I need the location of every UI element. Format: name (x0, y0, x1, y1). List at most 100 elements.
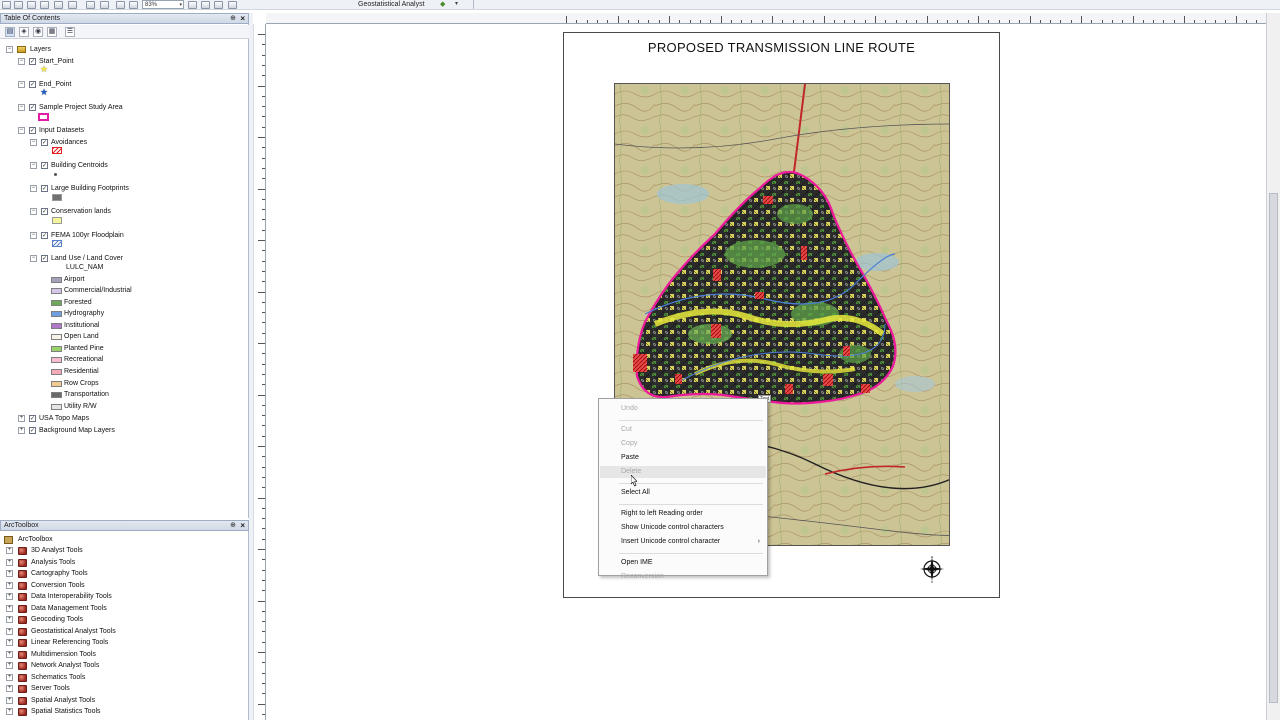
zoom-in-button[interactable] (2, 1, 11, 9)
layer-visibility-checkbox[interactable]: ✓ (41, 231, 48, 239)
toolbox-item[interactable]: + Network Analyst Tools (0, 660, 240, 672)
toc-layer-row[interactable]: − ✓ Input Datasets (0, 125, 240, 136)
expand-icon[interactable]: + (18, 415, 25, 423)
layer-symbol-row[interactable]: ★ (0, 87, 200, 98)
map-title-text[interactable]: PROPOSED TRANSMISSION LINE ROUTE (564, 40, 999, 55)
data-driven-pages-button[interactable] (228, 1, 237, 9)
lulc-class-row[interactable]: Transportation (0, 389, 200, 400)
collapse-icon[interactable]: − (18, 104, 25, 111)
layer-symbol-row[interactable] (0, 170, 200, 180)
lulc-class-row[interactable]: Planted Pine (0, 343, 200, 354)
change-layout-button[interactable] (214, 1, 223, 9)
zoom-whole-page-button[interactable] (54, 1, 63, 9)
lulc-class-row[interactable]: Institutional (0, 320, 200, 331)
layer-visibility-checkbox[interactable]: ✓ (41, 208, 48, 216)
toolbox-item[interactable]: + Server Tools (0, 683, 240, 695)
layer-symbol-row[interactable] (0, 146, 200, 156)
menu-item-cut[interactable]: Cut (600, 424, 766, 436)
collapse-icon[interactable]: − (18, 57, 25, 65)
collapse-icon[interactable]: − (30, 138, 37, 146)
menu-item-reconversion[interactable]: Reconversion (600, 571, 766, 583)
expand-icon[interactable]: + (6, 673, 13, 681)
collapse-icon[interactable]: − (30, 208, 37, 216)
layout-vertical-scrollbar[interactable] (1266, 13, 1280, 720)
next-extent-button[interactable] (129, 1, 138, 9)
expand-icon[interactable]: + (6, 570, 13, 577)
expand-icon[interactable]: + (6, 639, 13, 646)
lulc-class-row[interactable]: Residential (0, 366, 200, 377)
layer-symbol-row[interactable] (0, 239, 200, 249)
layer-visibility-checkbox[interactable]: ✓ (29, 426, 36, 434)
lulc-class-row[interactable]: Commercial/Industrial (0, 285, 200, 296)
lulc-field-name[interactable]: LULC_NAM (66, 262, 103, 273)
pin-icon[interactable]: ⊕ (230, 14, 236, 24)
collapse-icon[interactable]: − (18, 127, 25, 135)
list-by-visibility-icon[interactable]: ◉ (33, 27, 43, 37)
collapse-icon[interactable]: − (30, 231, 37, 239)
chevron-down-icon[interactable]: ▾ (455, 0, 458, 9)
expand-icon[interactable]: + (6, 650, 13, 658)
expand-icon[interactable]: + (6, 593, 13, 600)
lulc-class-row[interactable]: Open Land (0, 331, 200, 342)
lulc-class-row[interactable]: Hydrography (0, 308, 200, 319)
menu-item-undo[interactable]: Undo (600, 403, 766, 415)
toolbox-item[interactable]: + Geocoding Tools (0, 614, 240, 626)
expand-icon[interactable]: + (6, 662, 13, 669)
layer-symbol-row[interactable] (0, 112, 200, 122)
layer-visibility-checkbox[interactable]: ✓ (41, 138, 48, 146)
geostatistical-wizard-icon[interactable]: ◆ (440, 0, 445, 9)
expand-icon[interactable]: + (6, 627, 13, 635)
lulc-class-row[interactable]: Utility R/W (0, 401, 200, 412)
fixed-zoom-in-button[interactable] (86, 1, 95, 9)
menu-item-right-to-left-reading-order[interactable]: Right to left Reading order (600, 508, 766, 520)
zoom-out-button[interactable] (14, 1, 23, 9)
toolbox-item[interactable]: + Analysis Tools (0, 557, 240, 569)
menu-item-select-all[interactable]: Select All (600, 487, 766, 499)
menu-item-paste[interactable]: Paste (600, 452, 766, 464)
toolbox-item[interactable]: + Geostatistical Analyst Tools (0, 626, 240, 638)
toc-root-layers[interactable]: − Layers (0, 44, 240, 55)
toolbox-item[interactable]: + Multidimension Tools (0, 649, 240, 661)
toolbox-item[interactable]: + Data Management Tools (0, 603, 240, 615)
expand-icon[interactable]: + (6, 616, 13, 623)
lulc-class-row[interactable]: Forested (0, 297, 200, 308)
toc-layer-row[interactable]: − ✓ Land Use / Land Cover (0, 253, 240, 264)
layer-visibility-checkbox[interactable]: ✓ (29, 415, 36, 423)
toolbox-item[interactable]: + Cartography Tools (0, 568, 240, 580)
layer-visibility-checkbox[interactable]: ✓ (41, 254, 48, 262)
menu-item-delete[interactable]: Delete (600, 466, 766, 478)
toolbox-item[interactable]: + Conversion Tools (0, 580, 240, 592)
menu-item-open-ime[interactable]: Open IME (600, 557, 766, 569)
lulc-class-row[interactable]: Row Crops (0, 378, 200, 389)
layer-visibility-checkbox[interactable]: ✓ (29, 57, 36, 65)
toolbox-item[interactable]: + Data Interoperability Tools (0, 591, 240, 603)
layer-symbol-row[interactable] (0, 216, 200, 226)
list-by-selection-icon[interactable]: ▦ (47, 27, 57, 37)
expand-icon[interactable]: + (6, 696, 13, 704)
collapse-icon[interactable]: − (30, 254, 37, 262)
pin-icon[interactable]: ⊕ (230, 521, 236, 531)
geostatistical-layer-field[interactable] (473, 0, 581, 9)
fixed-zoom-out-button[interactable] (100, 1, 109, 9)
close-icon[interactable]: × (240, 521, 245, 531)
layer-visibility-checkbox[interactable]: ✓ (41, 162, 48, 169)
expand-icon[interactable]: + (6, 558, 13, 566)
toolbox-item[interactable]: + Spatial Analyst Tools (0, 695, 240, 707)
close-icon[interactable]: × (240, 14, 245, 24)
collapse-icon[interactable]: − (30, 162, 37, 169)
list-by-source-icon[interactable]: ◈ (19, 27, 29, 37)
focus-data-frame-button[interactable] (201, 1, 210, 9)
menu-item-insert-unicode-control-character[interactable]: Insert Unicode control character › (600, 536, 766, 548)
pan-button[interactable] (27, 1, 36, 9)
toolbox-item[interactable]: +3D Analyst Tools (0, 545, 240, 557)
geostatistical-toolbar-label[interactable]: Geostatistical Analyst (358, 0, 425, 9)
lulc-class-row[interactable]: Recreational (0, 354, 200, 365)
toggle-draft-mode-button[interactable] (188, 1, 197, 9)
north-arrow-icon[interactable]: N S (918, 555, 946, 583)
toolbox-item[interactable]: + Spatial Statistics Tools (0, 706, 240, 718)
toc-layer-row[interactable]: + ✓ USA Topo Maps (0, 413, 240, 424)
expand-icon[interactable]: + (6, 604, 13, 612)
expand-icon[interactable]: + (6, 547, 13, 554)
layer-visibility-checkbox[interactable]: ✓ (29, 80, 36, 88)
layer-visibility-checkbox[interactable]: ✓ (29, 104, 36, 111)
